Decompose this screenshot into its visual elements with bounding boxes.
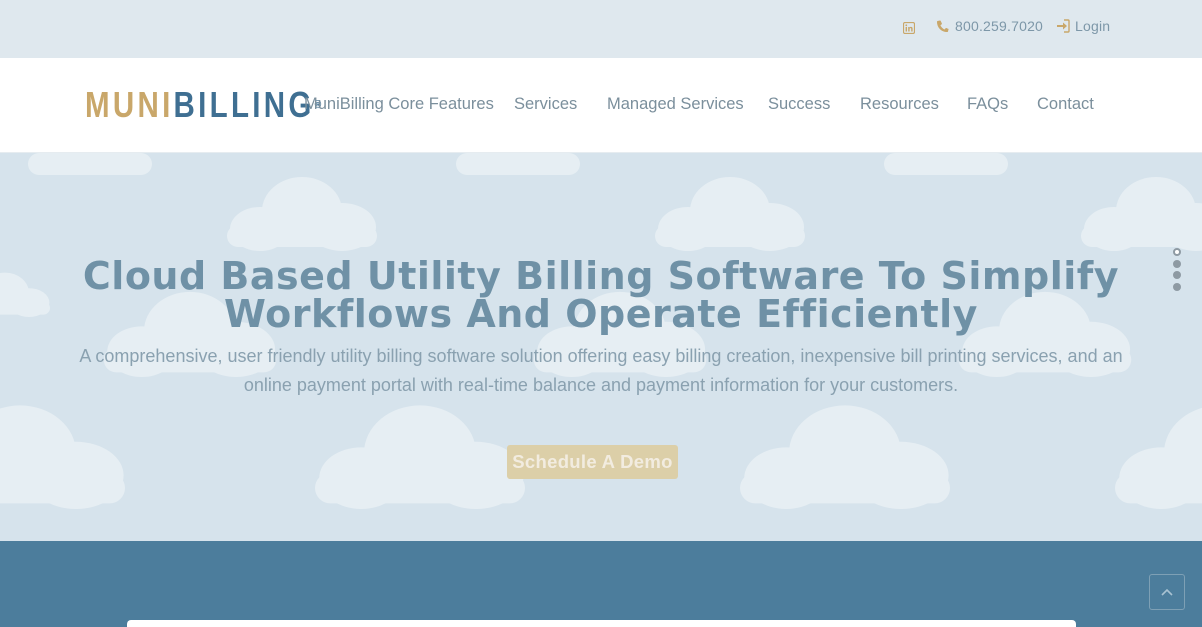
hero-title-line-2: Workflows And Operate Efficiently — [224, 292, 978, 336]
phone-link[interactable]: 800.259.7020 — [936, 18, 1043, 34]
linkedin-link[interactable] — [903, 22, 915, 34]
hero-subtitle-line-1: A comprehensive, user friendly utility b… — [79, 346, 1123, 366]
nav-core-features[interactable]: MuniBilling Core Features — [304, 95, 494, 114]
hero-subtitle-line-2: online payment portal with real-time bal… — [243, 375, 959, 395]
logo-part-muni: MUNI — [85, 84, 174, 125]
nav-managed-services[interactable]: Managed Services — [607, 95, 744, 114]
nav-contact[interactable]: Contact — [1037, 95, 1094, 114]
pager-dot-2[interactable] — [1173, 259, 1181, 268]
section-pager — [1173, 248, 1183, 294]
blue-section — [0, 541, 1202, 627]
pager-dot-1[interactable] — [1173, 248, 1181, 256]
nav-success[interactable]: Success — [768, 95, 830, 114]
login-link[interactable]: Login — [1056, 18, 1110, 34]
nav-services[interactable]: Services — [514, 95, 577, 114]
munibilling-logo[interactable]: MUNIBILLING® — [85, 87, 321, 123]
scroll-to-top-button[interactable] — [1149, 574, 1185, 610]
pager-dot-4[interactable] — [1173, 282, 1181, 291]
schedule-demo-button[interactable]: Schedule A Demo — [507, 445, 678, 479]
phone-number[interactable]: 800.259.7020 — [955, 18, 1043, 34]
linkedin-icon — [903, 22, 915, 34]
nav-faqs[interactable]: FAQs — [967, 95, 1008, 114]
login-label[interactable]: Login — [1075, 18, 1110, 34]
hero-section: Cloud Based Utility Billing Software To … — [0, 153, 1202, 541]
content-card — [127, 620, 1076, 627]
pager-dot-3[interactable] — [1173, 271, 1181, 279]
chevron-up-icon — [1161, 588, 1173, 596]
hero-title: Cloud Based Utility Billing Software To … — [0, 257, 1202, 333]
top-utility-bar: 800.259.7020 Login — [0, 0, 1202, 58]
hero-title-line-1: Cloud Based Utility Billing Software To … — [82, 254, 1120, 298]
nav-resources[interactable]: Resources — [860, 95, 939, 114]
login-icon — [1057, 19, 1070, 33]
phone-icon — [937, 20, 949, 32]
site-header: MUNIBILLING® MuniBilling Core Features S… — [0, 58, 1202, 153]
hero-subtitle: A comprehensive, user friendly utility b… — [0, 342, 1202, 400]
logo-part-billing: BILLING — [173, 84, 315, 125]
